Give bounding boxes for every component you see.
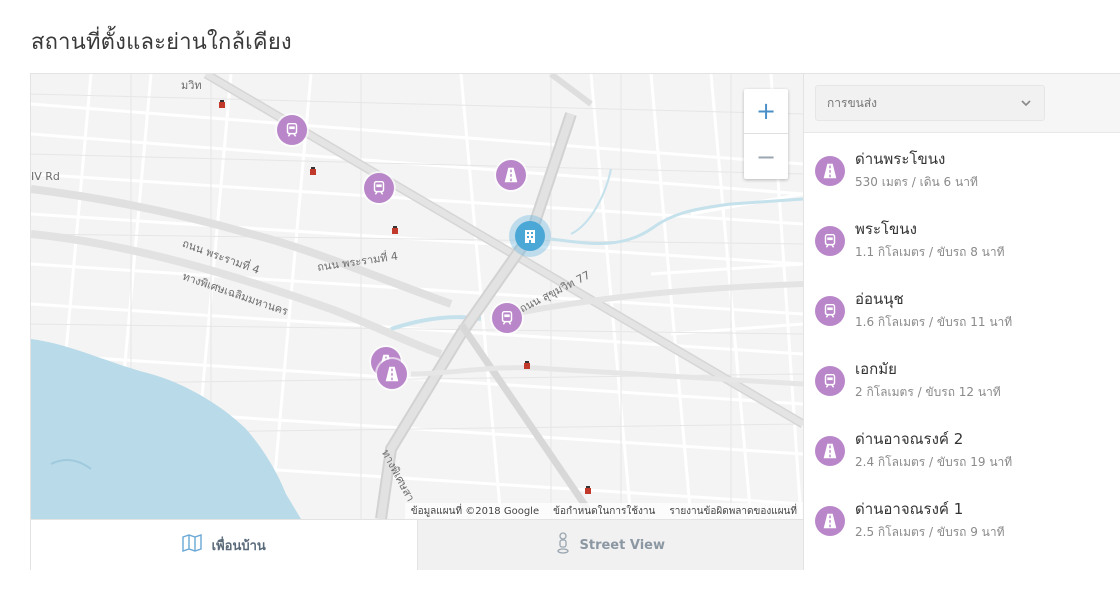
map-attribution: ข้อมูลแผนที่ ©2018 Google ข้อกำหนดในการใ… bbox=[404, 503, 803, 519]
filter-bar: การขนส่ง bbox=[804, 74, 1120, 133]
places-sidebar: การขนส่ง ด่านพระโขนง 530 เมตร / เดิน 6 นา… bbox=[803, 74, 1120, 570]
pegman-icon bbox=[556, 532, 570, 558]
place-name: ด่านพระโขนง bbox=[855, 150, 946, 168]
train-icon[interactable] bbox=[492, 303, 522, 333]
train-icon[interactable] bbox=[364, 173, 394, 203]
place-distance: 2 กิโลเมตร / ขับรถ 12 นาที bbox=[855, 385, 1001, 399]
place-item[interactable]: ด่านอาจณรงค์ 2 2.4 กิโลเมตร / ขับรถ 19 นา… bbox=[804, 413, 1120, 483]
zoom-control: + − bbox=[744, 89, 788, 179]
map-tabs: เพื่อนบ้าน Street View bbox=[31, 519, 803, 570]
map-data-credit: ข้อมูลแผนที่ ©2018 Google bbox=[410, 505, 540, 517]
category-select[interactable]: การขนส่ง bbox=[815, 85, 1045, 121]
road-icon[interactable] bbox=[496, 160, 526, 190]
road-icon bbox=[815, 156, 845, 186]
place-item[interactable]: อ่อนนุช 1.6 กิโลเมตร / ขับรถ 11 นาที bbox=[804, 273, 1120, 343]
map-icon bbox=[181, 534, 202, 556]
hotel-marker[interactable] bbox=[509, 215, 551, 257]
place-name: ด่านอาจณรงค์ 2 bbox=[855, 430, 964, 448]
place-distance: 2.5 กิโลเมตร / ขับรถ 9 นาที bbox=[855, 525, 1005, 539]
location-panel: มวิท IV Rd ถนน พระรามที่ 4 ถนน พระรามที่… bbox=[30, 73, 1120, 570]
place-name: พระโขนง bbox=[855, 220, 917, 238]
terms-link[interactable]: ข้อกำหนดในการใช้งาน bbox=[553, 504, 655, 519]
road-icon bbox=[815, 436, 845, 466]
zoom-in-button[interactable]: + bbox=[744, 89, 788, 134]
place-item[interactable]: ด่านพระโขนง 530 เมตร / เดิน 6 นาที bbox=[804, 133, 1120, 203]
map-view[interactable]: มวิท IV Rd ถนน พระรามที่ 4 ถนน พระรามที่… bbox=[31, 74, 803, 519]
place-name: เอกมัย bbox=[855, 360, 897, 378]
place-distance: 1.6 กิโลเมตร / ขับรถ 11 นาที bbox=[855, 315, 1013, 329]
train-icon[interactable] bbox=[277, 115, 307, 145]
place-name: ด่านอาจณรงค์ 1 bbox=[855, 500, 964, 518]
tab-neighborhood[interactable]: เพื่อนบ้าน bbox=[31, 520, 417, 570]
tab-neighborhood-label: เพื่อนบ้าน bbox=[211, 538, 266, 554]
place-item[interactable]: ด่านอาจณรงค์ 1 2.5 กิโลเมตร / ขับรถ 9 นาท… bbox=[804, 483, 1120, 553]
page-title: สถานที่ตั้งและย่านใกล้เคียง bbox=[31, 30, 292, 55]
road-icon bbox=[815, 506, 845, 536]
train-icon bbox=[815, 226, 845, 256]
train-icon bbox=[815, 366, 845, 396]
category-select-value: การขนส่ง bbox=[827, 95, 878, 110]
tab-street-view[interactable]: Street View bbox=[416, 520, 803, 570]
tab-street-view-label: Street View bbox=[579, 537, 665, 553]
place-distance: 530 เมตร / เดิน 6 นาที bbox=[855, 175, 978, 189]
zoom-out-button[interactable]: − bbox=[744, 134, 788, 179]
place-distance: 2.4 กิโลเมตร / ขับรถ 19 นาที bbox=[855, 455, 1013, 469]
road-label: IV Rd bbox=[31, 170, 60, 183]
road-label: มวิท bbox=[181, 79, 202, 92]
place-name: อ่อนนุช bbox=[855, 290, 904, 308]
map-base bbox=[31, 74, 803, 519]
chevron-down-icon bbox=[1020, 97, 1032, 112]
building-icon bbox=[515, 221, 545, 251]
place-item[interactable]: เอกมัย 2 กิโลเมตร / ขับรถ 12 นาที bbox=[804, 343, 1120, 413]
report-error-link[interactable]: รายงานข้อผิดพลาดของแผนที่ bbox=[669, 504, 797, 519]
place-distance: 1.1 กิโลเมตร / ขับรถ 8 นาที bbox=[855, 245, 1005, 259]
train-icon bbox=[815, 296, 845, 326]
road-icon[interactable] bbox=[377, 359, 407, 389]
place-item[interactable]: พระโขนง 1.1 กิโลเมตร / ขับรถ 8 นาที bbox=[804, 203, 1120, 273]
